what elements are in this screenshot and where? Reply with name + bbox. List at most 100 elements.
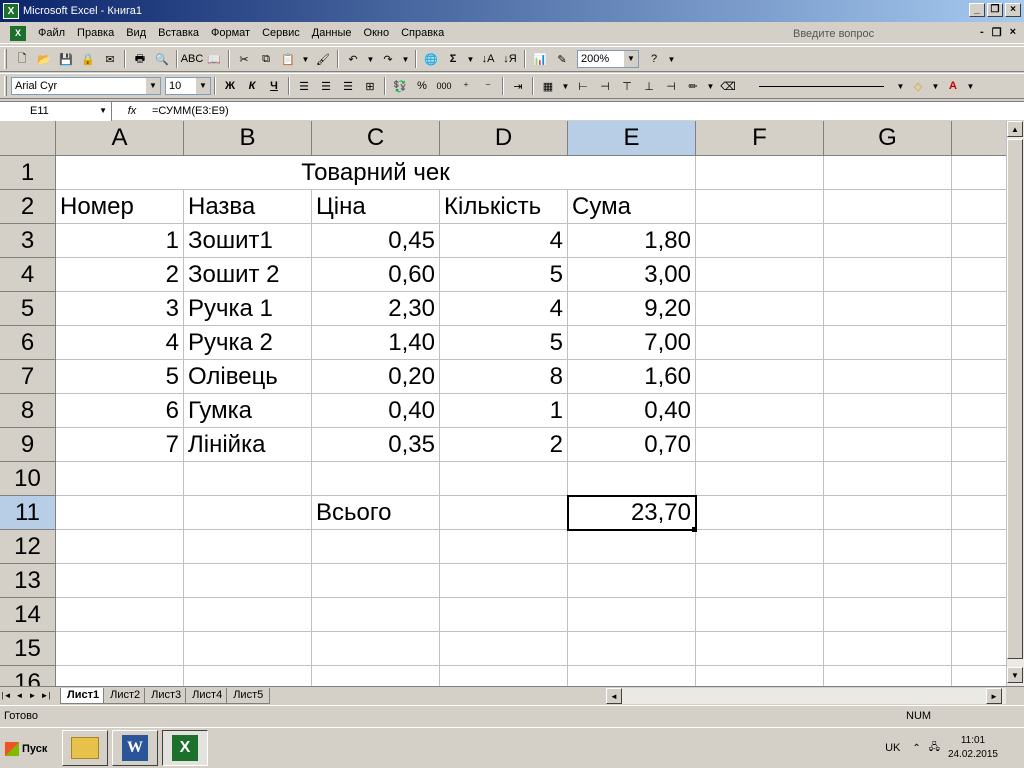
grid-cell[interactable] — [440, 598, 568, 632]
cell-b9[interactable]: Лінійка — [184, 428, 312, 462]
font-size-dropdown-icon[interactable]: ▼ — [196, 78, 210, 94]
grid-cell[interactable] — [696, 496, 824, 530]
grid-cell[interactable] — [696, 190, 824, 224]
cell-c7[interactable]: 0,20 — [312, 360, 440, 394]
menu-tools[interactable]: Сервис — [256, 24, 306, 42]
row-header-13[interactable]: 13 — [0, 564, 56, 598]
sheet-tab-5[interactable]: Лист5 — [226, 687, 271, 704]
grid-cell[interactable] — [184, 462, 312, 496]
doc-minimize-button[interactable]: - — [980, 26, 984, 39]
help-icon[interactable]: ? — [643, 48, 665, 70]
grid-cell[interactable] — [440, 496, 568, 530]
grid-cell[interactable] — [824, 190, 952, 224]
column-header-f[interactable]: F — [696, 121, 824, 156]
cell-b6[interactable]: Ручка 2 — [184, 326, 312, 360]
select-all-corner[interactable] — [0, 121, 56, 156]
undo-dropdown-icon[interactable]: ▼ — [364, 48, 377, 70]
menu-format[interactable]: Формат — [205, 24, 256, 42]
grid-cell[interactable] — [824, 428, 952, 462]
italic-button[interactable]: К — [241, 75, 263, 97]
menu-data[interactable]: Данные — [306, 24, 358, 42]
align-right-icon[interactable]: ☰ — [337, 75, 359, 97]
grid-cell[interactable] — [696, 462, 824, 496]
grid-cell[interactable] — [696, 326, 824, 360]
grid-cell[interactable] — [696, 428, 824, 462]
grid-cell[interactable] — [440, 530, 568, 564]
fill-color-icon[interactable]: ◇ — [907, 75, 929, 97]
border-draw-icon-1[interactable]: ⊢ — [572, 75, 594, 97]
cell-a6[interactable]: 4 — [56, 326, 184, 360]
cell-b7[interactable]: Олівець — [184, 360, 312, 394]
cell-a9[interactable]: 7 — [56, 428, 184, 462]
excel-app-icon[interactable]: X — [3, 3, 19, 19]
grid-cell[interactable] — [568, 598, 696, 632]
grid-cell[interactable] — [312, 530, 440, 564]
close-button[interactable]: × — [1005, 3, 1021, 17]
grid-cell[interactable] — [696, 598, 824, 632]
grid-cell[interactable] — [696, 564, 824, 598]
indent-icon[interactable]: ⇥ — [507, 75, 529, 97]
chart-wizard-icon[interactable]: 📊 — [529, 48, 551, 70]
draw-border-pencil-icon[interactable]: ✏ — [682, 75, 704, 97]
grid-cell[interactable] — [440, 564, 568, 598]
cell-e4[interactable]: 3,00 — [568, 258, 696, 292]
grid-cell[interactable] — [440, 632, 568, 666]
row-header-11[interactable]: 11 — [0, 496, 56, 530]
borders-icon[interactable]: ▦ — [537, 75, 559, 97]
grid-cell[interactable] — [824, 258, 952, 292]
grid-cell[interactable] — [440, 666, 568, 686]
draw-border-dropdown-icon[interactable]: ▼ — [704, 75, 717, 97]
ask-question-input[interactable]: Введите вопрос — [790, 26, 960, 42]
grid-cell[interactable] — [696, 292, 824, 326]
row-header-4[interactable]: 4 — [0, 258, 56, 292]
row-header-6[interactable]: 6 — [0, 326, 56, 360]
grid-cell[interactable] — [952, 360, 1006, 394]
copy-icon[interactable]: ⧉ — [255, 48, 277, 70]
grid-cell[interactable] — [952, 258, 1006, 292]
grid-cell[interactable] — [56, 530, 184, 564]
column-header-d[interactable]: D — [440, 121, 568, 156]
grid-cell[interactable] — [824, 496, 952, 530]
grid-cell[interactable] — [824, 530, 952, 564]
grid-cell[interactable] — [952, 394, 1006, 428]
cell-e9[interactable]: 0,70 — [568, 428, 696, 462]
border-draw-icon-5[interactable]: ⊣ — [660, 75, 682, 97]
minimize-button[interactable]: _ — [969, 3, 985, 17]
scroll-up-icon[interactable]: ▲ — [1007, 121, 1023, 137]
font-color-icon[interactable]: A — [942, 75, 964, 97]
grid-cell[interactable] — [312, 462, 440, 496]
email-icon[interactable]: ✉ — [99, 48, 121, 70]
autosum-icon[interactable]: Σ — [442, 48, 464, 70]
row-header-7[interactable]: 7 — [0, 360, 56, 394]
paste-icon[interactable]: 📋 — [277, 48, 299, 70]
bold-button[interactable]: Ж — [219, 75, 241, 97]
cell-d8[interactable]: 1 — [440, 394, 568, 428]
workbook-icon[interactable]: X — [10, 25, 26, 41]
grid-cell[interactable] — [568, 666, 696, 686]
paste-dropdown-icon[interactable]: ▼ — [299, 48, 312, 70]
cell-a8[interactable]: 6 — [56, 394, 184, 428]
cell-a1-title[interactable]: Товарний чек — [56, 156, 696, 190]
grid-cell[interactable] — [56, 598, 184, 632]
grid-cell[interactable] — [824, 292, 952, 326]
grid-cell[interactable] — [952, 632, 1006, 666]
cell-a7[interactable]: 5 — [56, 360, 184, 394]
permission-icon[interactable]: 🔒 — [77, 48, 99, 70]
language-indicator[interactable]: UK — [885, 742, 900, 754]
fill-handle[interactable] — [692, 527, 697, 532]
row-header-15[interactable]: 15 — [0, 632, 56, 666]
cell-e8[interactable]: 0,40 — [568, 394, 696, 428]
doc-close-button[interactable]: × — [1010, 26, 1016, 39]
grid-cell[interactable] — [56, 632, 184, 666]
cell-c5[interactable]: 2,30 — [312, 292, 440, 326]
grid-cell[interactable] — [568, 530, 696, 564]
cell-e2-header[interactable]: Сума — [568, 190, 696, 224]
align-center-icon[interactable]: ☰ — [315, 75, 337, 97]
redo-icon[interactable]: ↷ — [377, 48, 399, 70]
grid-cell[interactable] — [56, 564, 184, 598]
menu-window[interactable]: Окно — [358, 24, 396, 42]
column-header-h[interactable] — [952, 121, 1006, 156]
horizontal-scrollbar[interactable]: ◄ ► — [606, 688, 1006, 704]
grid-cell[interactable] — [696, 156, 824, 190]
grid-cell[interactable] — [824, 666, 952, 686]
